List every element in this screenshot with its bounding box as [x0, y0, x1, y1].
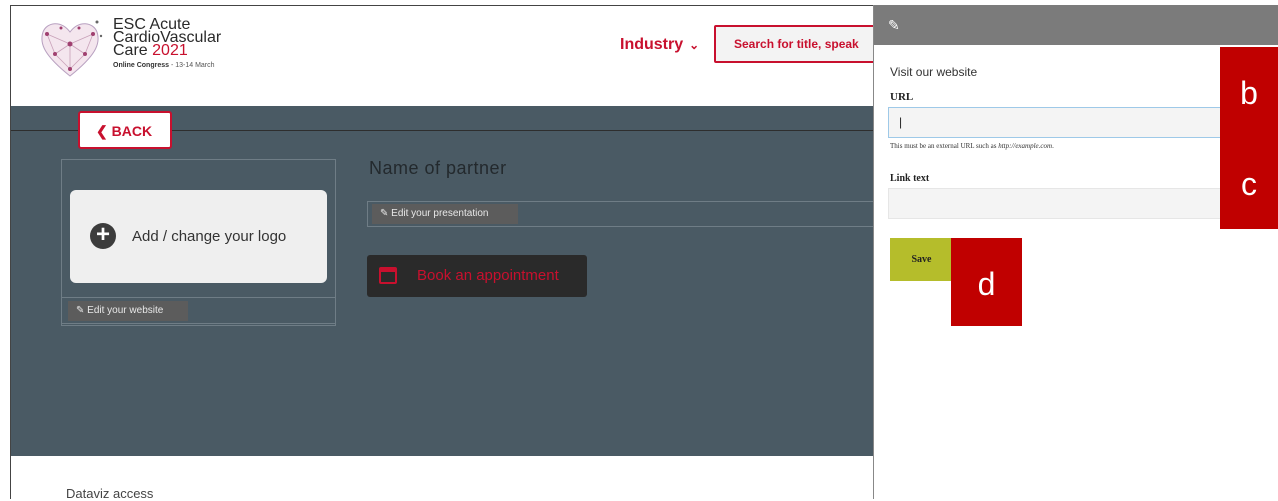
pencil-icon: ✎	[76, 305, 85, 316]
logo-subtitle: Online Congress - 13-14 March	[113, 59, 221, 72]
edit-website-button[interactable]: ✎ Edit your website	[68, 301, 188, 321]
url-help-prefix: This must be an external URL such as	[890, 142, 999, 150]
partner-name: Name of partner	[369, 158, 507, 178]
footer: Dataviz access	[10, 456, 877, 501]
url-help-suffix: .	[1052, 142, 1054, 150]
book-appointment-button[interactable]: Book an appointment	[367, 255, 587, 297]
url-input[interactable]: |	[888, 107, 1228, 138]
book-appointment-label: Book an appointment	[417, 267, 559, 284]
link-text-input[interactable]	[888, 188, 1228, 219]
save-button[interactable]: Save	[890, 238, 953, 281]
annotation-d: d	[951, 238, 1022, 326]
edit-presentation-button[interactable]: ✎ Edit your presentation	[372, 204, 518, 224]
add-logo-button[interactable]: + Add / change your logo	[70, 190, 327, 283]
partner-page: ❮ BACK + Add / change your logo ✎ Edit y…	[10, 106, 877, 456]
heart-network-logo-icon	[41, 20, 103, 77]
pencil-icon: ✎	[380, 208, 389, 219]
panel-title: Visit our website	[890, 65, 978, 79]
logo-text: ESC Acute CardioVascular Care 2021 Onlin…	[113, 17, 221, 72]
back-label: BACK	[111, 123, 153, 139]
edit-website-label: Edit your website	[87, 305, 164, 316]
logo-subtitle-dates: - 13-14 March	[169, 62, 215, 69]
logo-care: Care	[113, 42, 148, 59]
url-label: URL	[890, 91, 914, 103]
site-header: ESC Acute CardioVascular Care 2021 Onlin…	[10, 5, 884, 106]
link-text-label: Link text	[890, 173, 930, 184]
edit-website-panel: ✎ Visit our website URL | This must be a…	[873, 5, 1278, 499]
back-button[interactable]: ❮ BACK	[78, 111, 172, 149]
edit-presentation-label: Edit your presentation	[391, 208, 489, 219]
annotation-b: b	[1220, 47, 1278, 139]
logo-year: 2021	[152, 42, 188, 59]
add-logo-label: Add / change your logo	[132, 228, 287, 245]
logo-subtitle-bold: Online Congress	[113, 62, 170, 69]
url-help-example: http://example.com	[998, 142, 1053, 150]
industry-menu[interactable]: Industry ⌄	[620, 36, 699, 54]
panel-header: ✎	[874, 5, 1278, 45]
chevron-left-icon: ❮	[96, 123, 108, 139]
plus-circle-icon: +	[90, 223, 116, 249]
url-help-text: This must be an external URL such as htt…	[890, 142, 1054, 150]
chevron-down-icon: ⌄	[689, 38, 700, 52]
search-input[interactable]: Search for title, speak	[714, 25, 884, 63]
calendar-icon	[379, 267, 397, 284]
industry-label: Industry	[620, 36, 684, 53]
annotation-c: c	[1220, 139, 1278, 229]
pencil-icon: ✎	[888, 17, 900, 33]
